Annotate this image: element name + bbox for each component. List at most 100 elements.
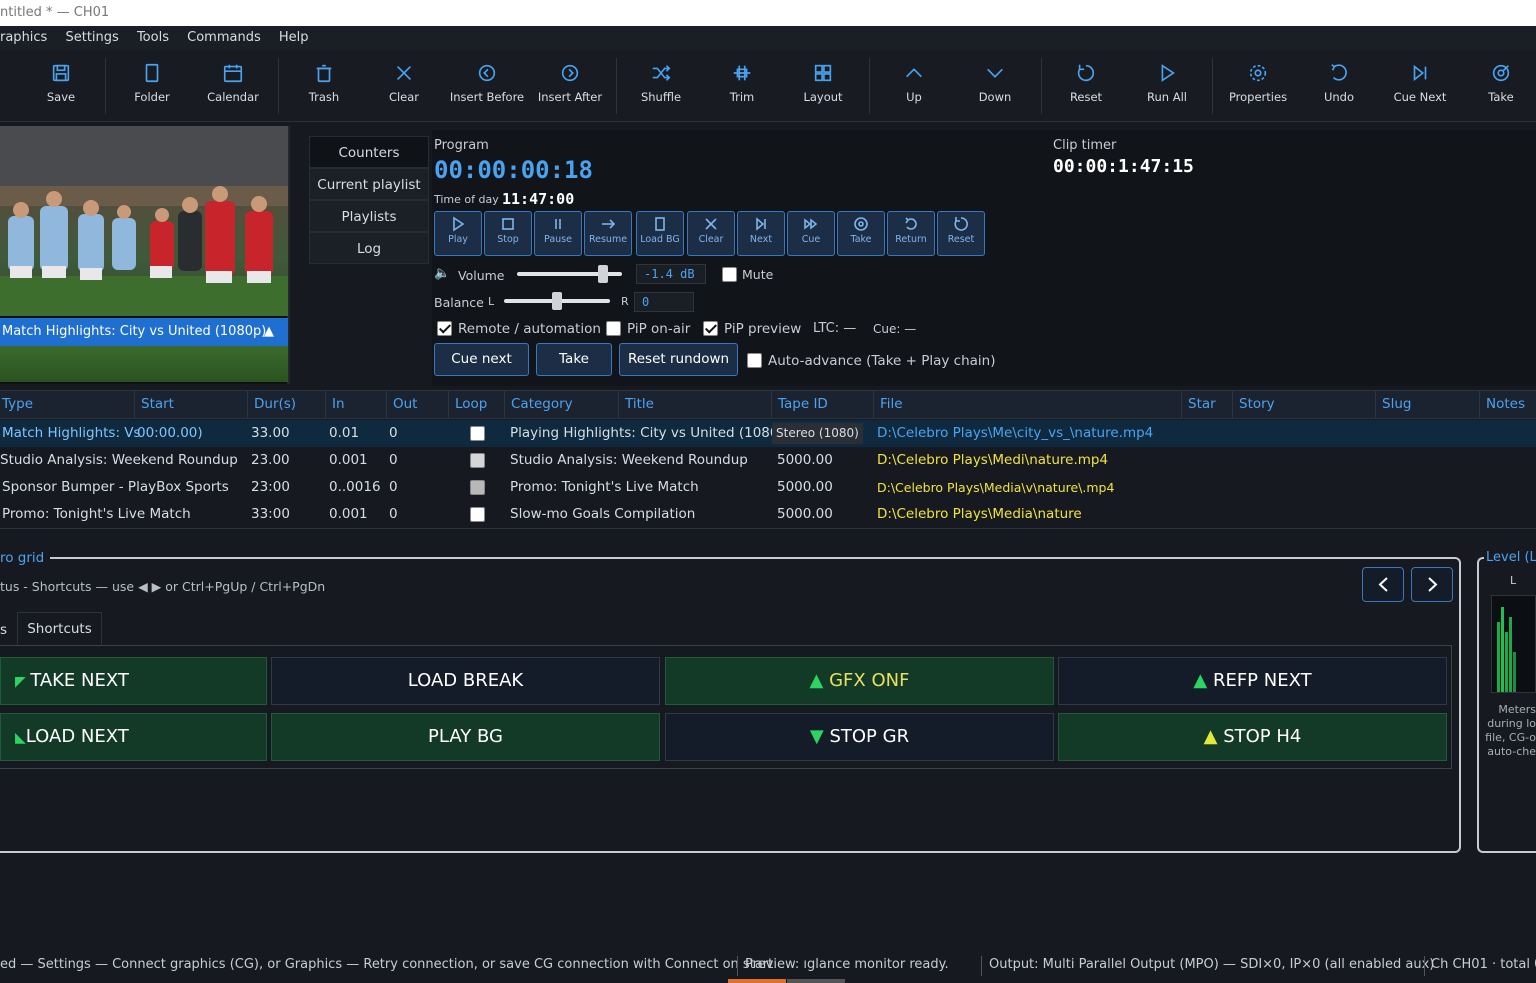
macro-grid-hint: tus - Shortcuts — use ◀ ▶ or Ctrl+PgUp /… xyxy=(0,579,326,594)
macro-tab-prev[interactable]: s xyxy=(0,622,7,638)
insert-after-icon xyxy=(561,64,579,82)
undo-icon xyxy=(1331,64,1347,81)
insert-before-button[interactable]: Insert Before xyxy=(447,58,527,104)
trim-button[interactable]: Trim xyxy=(702,58,782,104)
menu-graphics[interactable]: raphics xyxy=(0,26,54,50)
row-type: Studio Analysis: Weekend Roundup xyxy=(0,452,238,468)
column-slug[interactable]: Slug xyxy=(1376,391,1480,418)
reset-rundown-button[interactable]: Reset rundown xyxy=(619,343,738,376)
clear-transport-button[interactable]: Clear xyxy=(687,211,735,256)
macro-refp-next-button[interactable]: ▲ REFP NEXT xyxy=(1058,657,1447,705)
triangle-icon: ◣ xyxy=(15,730,26,746)
macro-load-next-button[interactable]: ◣LOAD NEXT xyxy=(0,713,267,761)
undo-button[interactable]: Undo xyxy=(1299,58,1379,104)
next-button[interactable]: Next xyxy=(737,211,785,256)
take-playlist-button[interactable]: Take xyxy=(536,343,612,376)
folder-button[interactable]: Folder xyxy=(112,58,192,104)
column-loop[interactable]: Loop xyxy=(449,391,505,418)
preview-caption: Match Highlights: City vs United (1080p)… xyxy=(0,318,288,346)
insert-after-button[interactable]: Insert After xyxy=(530,58,610,104)
macro-play-bg-button[interactable]: PLAY BG xyxy=(271,713,660,761)
shuffle-button[interactable]: Shuffle xyxy=(621,58,701,104)
column-title[interactable]: Title xyxy=(619,391,772,418)
column-tape-id[interactable]: Tape ID xyxy=(772,391,874,418)
column-story[interactable]: Story xyxy=(1233,391,1376,418)
tab-current-playlist[interactable]: Current playlist xyxy=(309,168,429,200)
row-loop-checkbox[interactable] xyxy=(470,426,485,441)
auto-advance-label: Auto-advance (Take + Play chain) xyxy=(768,353,996,369)
preview-field-strip xyxy=(0,346,288,382)
take-button[interactable]: Take xyxy=(1461,58,1536,104)
row-duration: 23:00 xyxy=(251,479,290,495)
column-star[interactable]: Star xyxy=(1182,391,1233,418)
cue-button[interactable]: Cue xyxy=(787,211,835,256)
clip-timer-label: Clip timer xyxy=(1053,138,1117,153)
macro-load-break-button[interactable]: LOAD BREAK xyxy=(271,657,660,705)
run-all-button[interactable]: Run All xyxy=(1127,58,1207,104)
menu-help[interactable]: Help xyxy=(272,26,316,50)
row-loop-checkbox[interactable] xyxy=(470,453,485,468)
volume-slider-knob[interactable] xyxy=(598,265,609,283)
reset-transport-button[interactable]: Reset xyxy=(937,211,985,256)
row-in: 0.001 xyxy=(329,452,368,468)
menu-tools[interactable]: Tools xyxy=(130,26,176,50)
triangle-up-icon: ◤ xyxy=(15,674,31,690)
macro-next-button[interactable] xyxy=(1411,567,1453,602)
column-out[interactable]: Out xyxy=(387,391,449,418)
take-icon xyxy=(854,217,868,231)
row-loop-checkbox[interactable] xyxy=(470,480,485,495)
pause-button[interactable]: Pause xyxy=(534,211,582,256)
resume-button[interactable]: Resume xyxy=(584,211,632,256)
column-duration[interactable]: Dur(s) xyxy=(248,391,326,418)
balance-slider-knob[interactable] xyxy=(552,292,562,310)
column-start[interactable]: Start xyxy=(135,391,248,418)
remote-automation-checkbox[interactable] xyxy=(437,321,452,336)
macro-take-next-button[interactable]: ◤ TAKE NEXT xyxy=(0,657,267,705)
take-transport-button[interactable]: Take xyxy=(837,211,885,256)
volume-value-field[interactable]: -1.4 dB xyxy=(636,264,706,284)
down-button[interactable]: Down xyxy=(955,58,1035,104)
calendar-button[interactable]: Calendar xyxy=(193,58,273,104)
reset-button[interactable]: Reset xyxy=(1046,58,1126,104)
column-in[interactable]: In xyxy=(326,391,387,418)
macro-prev-button[interactable] xyxy=(1362,567,1404,602)
table-row[interactable]: Promo: Tonight's Live Match 33:00 0.001 … xyxy=(0,501,1536,528)
pip-preview-checkbox[interactable] xyxy=(703,321,718,336)
return-button[interactable]: Return xyxy=(887,211,935,256)
column-file[interactable]: File xyxy=(874,391,1182,418)
table-row[interactable]: Studio Analysis: Weekend Roundup 23.00 0… xyxy=(0,447,1536,474)
chevron-down-icon xyxy=(987,68,1003,78)
balance-value-field[interactable]: 0 xyxy=(634,292,694,312)
play-button[interactable]: Play xyxy=(434,211,482,256)
menu-commands[interactable]: Commands xyxy=(180,26,268,50)
trash-button[interactable]: Trash xyxy=(284,58,364,104)
macro-tab-shortcuts[interactable]: Shortcuts xyxy=(17,612,102,646)
properties-button[interactable]: Properties xyxy=(1218,58,1298,104)
layout-button[interactable]: Layout xyxy=(783,58,863,104)
cue-next-playlist-button[interactable]: Cue next xyxy=(434,343,529,376)
auto-advance-checkbox[interactable] xyxy=(747,353,762,368)
column-type[interactable]: Type xyxy=(0,391,135,418)
save-button[interactable]: Save xyxy=(21,58,101,104)
stop-button[interactable]: Stop xyxy=(484,211,532,256)
macro-stop-gr-button[interactable]: ▼ STOP GR xyxy=(665,713,1054,761)
tab-log[interactable]: Log xyxy=(309,232,429,264)
column-notes[interactable]: Notes xyxy=(1480,391,1536,418)
tab-counters[interactable]: Counters xyxy=(309,136,429,168)
table-row[interactable]: Sponsor Bumper - PlayBox Sports 23:00 0.… xyxy=(0,474,1536,501)
macro-stop-h4-button[interactable]: ▲ STOP H4 xyxy=(1058,713,1447,761)
row-loop-checkbox[interactable] xyxy=(470,507,485,522)
mute-checkbox[interactable] xyxy=(722,267,737,282)
pip-onair-checkbox[interactable] xyxy=(606,321,621,336)
table-row[interactable]: Match Highlights: Vs 00:00.00) 33.00 0.0… xyxy=(0,420,1536,447)
menu-settings[interactable]: Settings xyxy=(58,26,125,50)
cue-next-button[interactable]: Cue Next xyxy=(1380,58,1460,104)
macro-gfx-on-button[interactable]: ▲ GFX ONF xyxy=(665,657,1054,705)
load-bg-button[interactable]: Load BG xyxy=(636,211,684,256)
up-button[interactable]: Up xyxy=(874,58,954,104)
triangle-down-icon: ▼ xyxy=(809,726,830,747)
column-category[interactable]: Category xyxy=(505,391,619,418)
clear-button[interactable]: Clear xyxy=(364,58,444,104)
menu-bar: raphics Settings Tools Commands Help xyxy=(0,26,1536,50)
tab-playlists[interactable]: Playlists xyxy=(309,200,429,232)
